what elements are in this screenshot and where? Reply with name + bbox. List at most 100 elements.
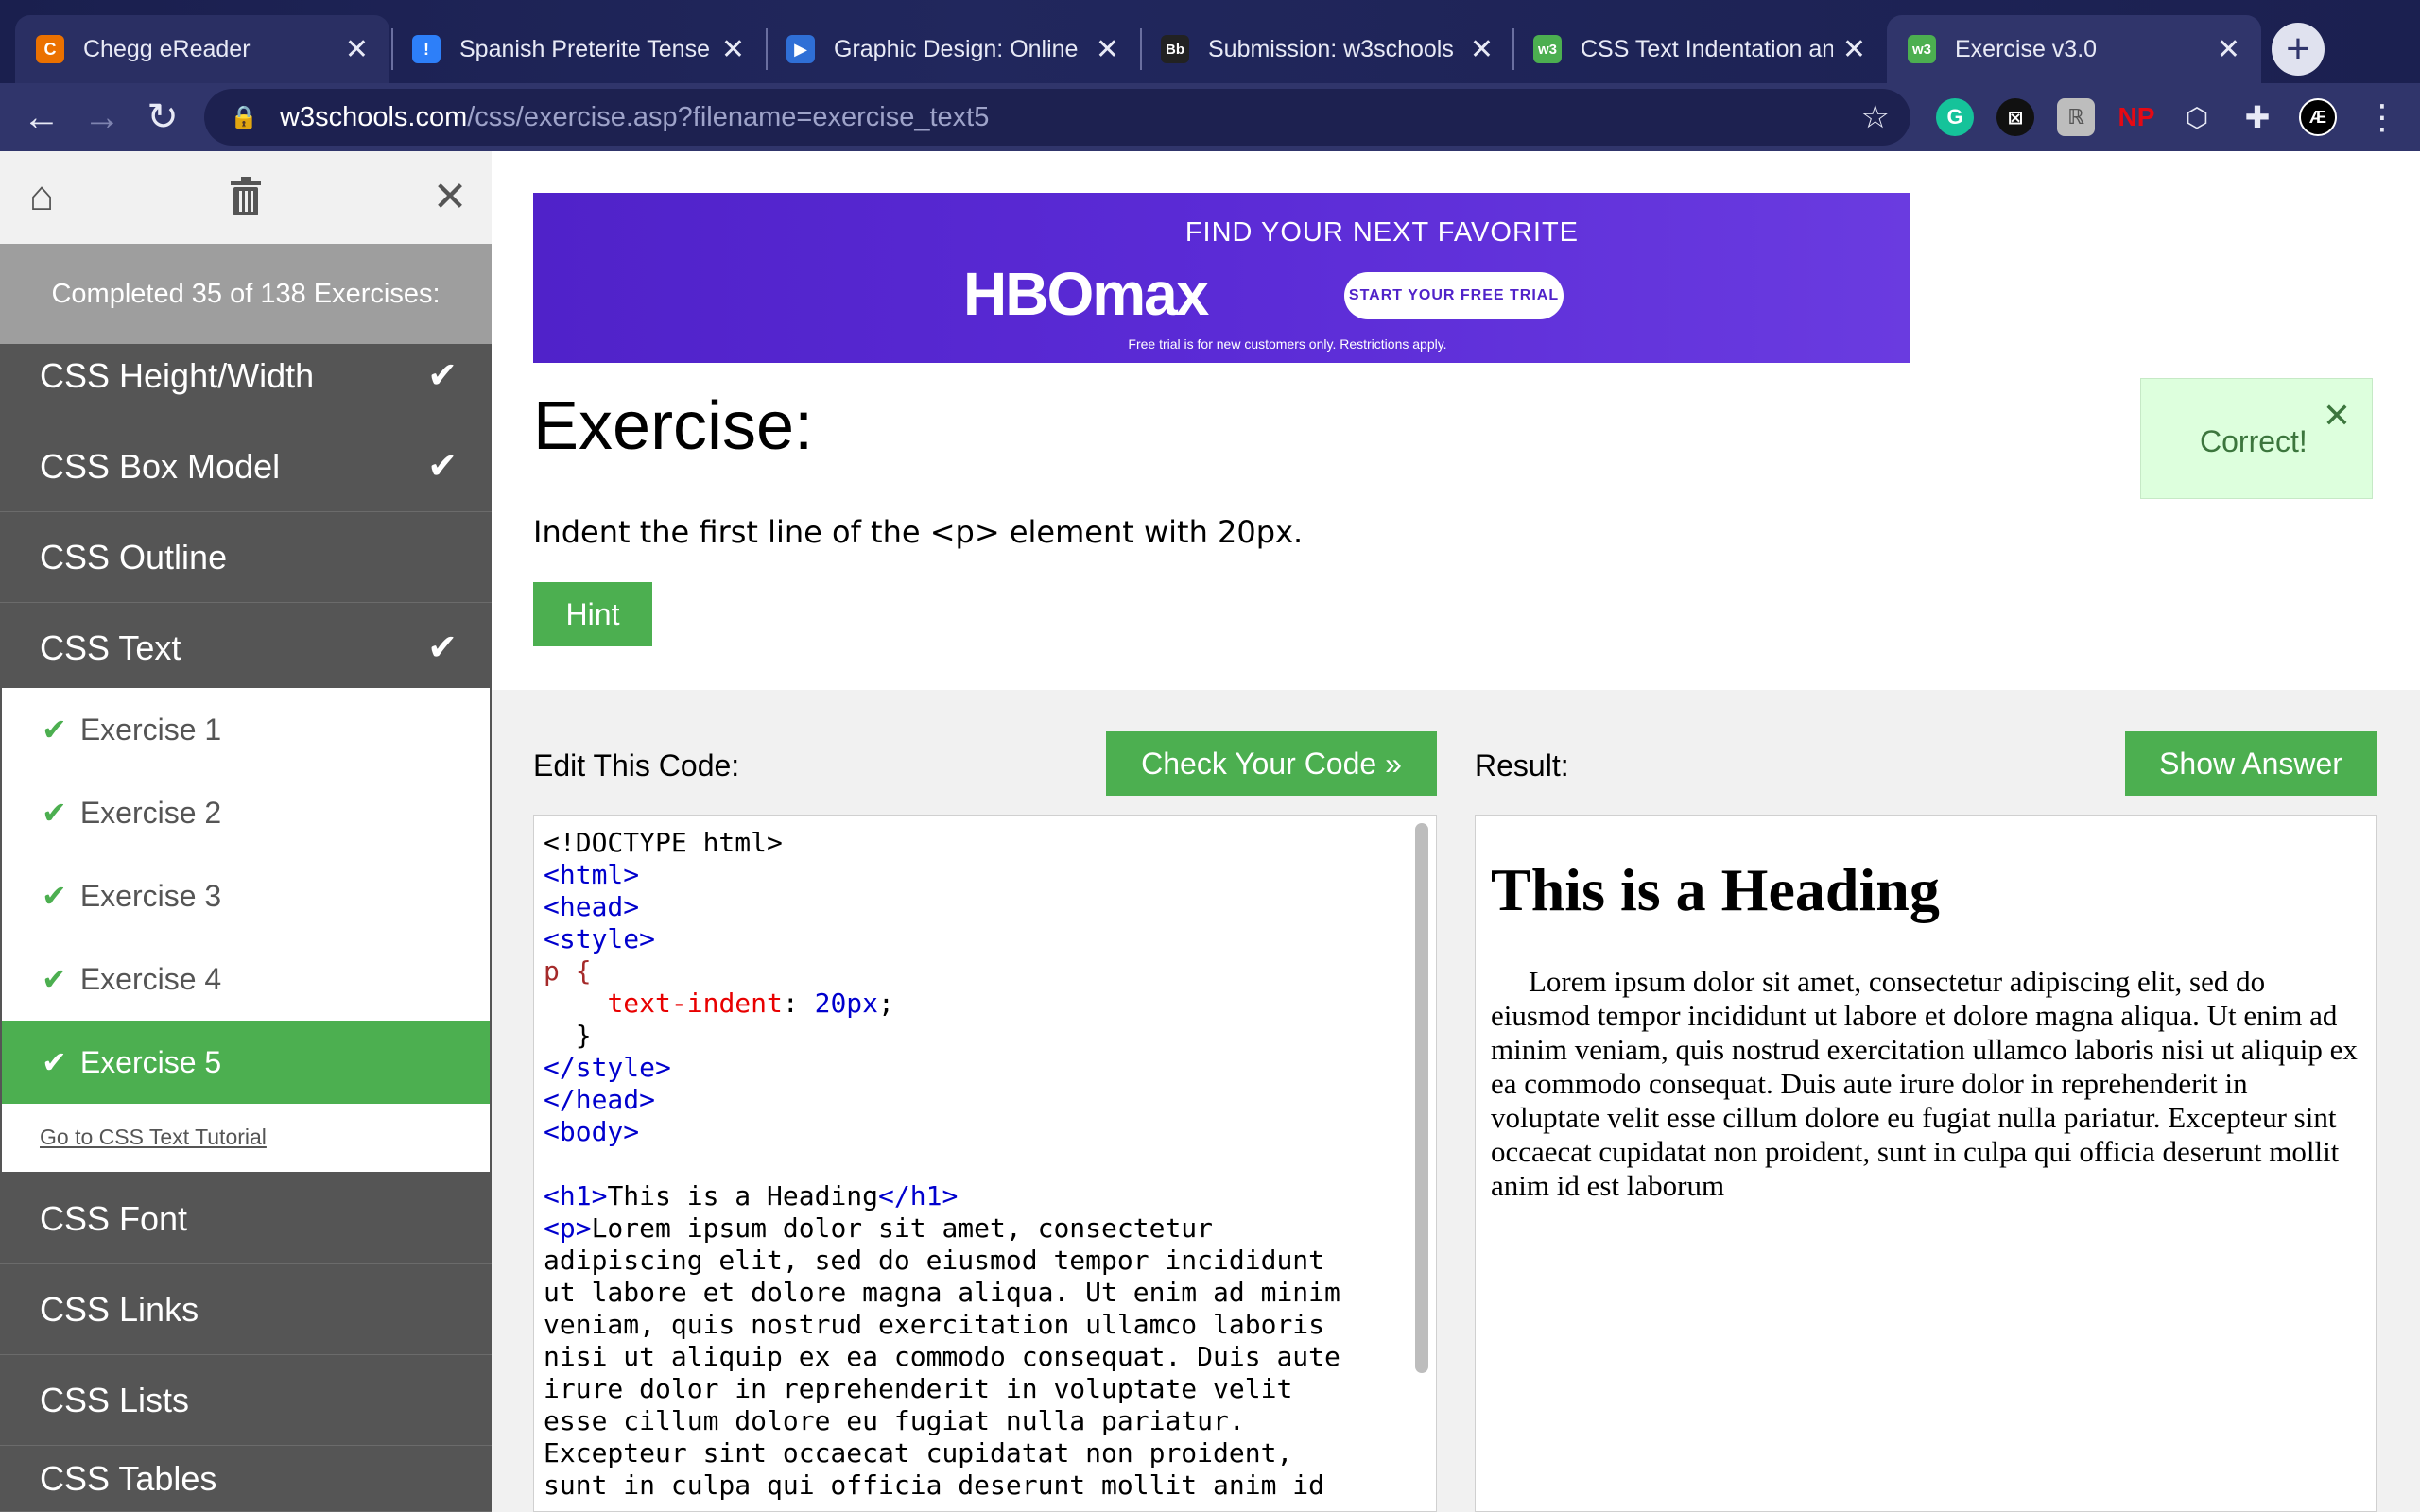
exercise-list: ✔ Exercise 1 ✔ Exercise 2 ✔ Exercise 3 ✔… [0,686,492,1174]
check-icon: ✔ [427,628,458,668]
tab-title: Submission: w3schools [1208,35,1454,62]
browser-tab-active[interactable]: w3 Exercise v3.0 ✕ [1887,15,2261,83]
code-tag: <h1> [544,1180,608,1211]
sidebar-top-bar: ⌂ ✕ [0,151,492,244]
code-line: } [575,1020,592,1051]
puzzle-extensions-icon[interactable]: ✚ [2238,98,2276,136]
chegg-favicon-icon: C [36,35,64,63]
sidebar-item-label: CSS Lists [40,1380,190,1419]
sidebar-item-outline[interactable]: CSS Outline [0,512,492,603]
exercise-item-2[interactable]: ✔ Exercise 2 [2,771,490,854]
close-tab-icon[interactable]: ✕ [345,33,369,66]
kebab-menu-icon[interactable]: ⋮ [2360,94,2405,140]
check-icon: ✔ [427,356,458,396]
sidebar-item-label: CSS Height/Width [40,355,315,395]
home-icon[interactable]: ⌂ [17,172,66,221]
code-tag: <html> [544,859,640,890]
check-icon: ✔ [427,447,458,487]
code-line: <!DOCTYPE html> [544,827,783,858]
close-icon[interactable]: ✕ [425,172,475,221]
sidebar-item-label: CSS Box Model [40,446,281,486]
show-answer-button[interactable]: Show Answer [2125,731,2377,796]
extension-icon[interactable]: ⬡ [2178,98,2216,136]
sidebar-item-font[interactable]: CSS Font [0,1174,492,1264]
trash-icon[interactable] [221,172,270,221]
progress-counter: Completed 35 of 138 Exercises: [0,244,492,344]
browser-tab[interactable]: C Chegg eReader ✕ [15,15,389,83]
tab-title: Spanish Preterite Tense [459,35,710,62]
back-arrow-icon[interactable]: ← [19,94,64,140]
code-text: nisi ut aliquip ex ea commodo consequat.… [544,1341,1340,1372]
code-scrollbar[interactable] [1415,823,1428,1373]
bookmark-star-icon[interactable]: ☆ [1861,98,1890,136]
check-code-button[interactable]: Check Your Code » [1106,731,1437,796]
ad-fine-print: Free trial is for new customers only. Re… [1128,336,1447,352]
browser-tab[interactable]: ! Spanish Preterite Tense ✕ [391,15,766,83]
code-text: adipiscing elit, sed do eiusmod tempor i… [544,1245,1325,1276]
new-tab-button[interactable]: + [2272,23,2325,76]
code-text: Excepteur sint occaecat cupidatat non pr… [544,1437,1293,1469]
exercise-item-label: Exercise 4 [79,961,222,996]
w3schools-favicon-icon: w3 [1908,35,1936,63]
browser-tab[interactable]: Bb Submission: w3schools ✕ [1140,15,1514,83]
sidebar-item-label: CSS Outline [40,537,228,576]
check-icon: ✔ [42,879,67,913]
grammarly-extension-icon[interactable]: G [1936,98,1974,136]
sidebar-item-text[interactable]: CSS Text ✔ [0,603,492,694]
code-text: ut labore et dolore magna aliqua. Ut eni… [544,1277,1340,1308]
code-text: This is a Heading [607,1180,879,1211]
tab-title: CSS Text Indentation an [1581,35,1833,62]
sidebar-item-lists[interactable]: CSS Lists [0,1355,492,1446]
hint-button[interactable]: Hint [533,582,652,646]
code-selector: p { [544,955,592,987]
code-text: sunt in culpa qui officia deserunt molli… [544,1469,1325,1501]
browser-toolbar: ← → ↻ 🔒 w3schools.com/css/exercise.asp?f… [0,83,2420,151]
code-property: text-indent [607,988,783,1019]
code-tag: <style> [544,923,656,954]
sidebar-item-tables[interactable]: CSS Tables [0,1446,492,1512]
browser-tab[interactable]: ▶ Graphic Design: Online ✕ [766,15,1140,83]
close-tab-icon[interactable]: ✕ [1470,33,1494,66]
code-tag: </h1> [878,1180,959,1211]
check-icon: ✔ [42,713,67,747]
ad-cta-button[interactable]: START YOUR FREE TRIAL [1344,272,1564,319]
browser-tab[interactable]: w3 CSS Text Indentation an ✕ [1512,15,1887,83]
exercise-item-1[interactable]: ✔ Exercise 1 [2,688,490,771]
close-icon[interactable]: ✕ [2323,396,2351,436]
exercise-item-4[interactable]: ✔ Exercise 4 [2,937,490,1021]
w3schools-favicon-icon: w3 [1533,35,1562,63]
tutorial-link[interactable]: Go to CSS Text Tutorial [40,1125,267,1150]
url-path: /css/exercise.asp?filename=exercise_text… [467,101,990,132]
extension-icon[interactable]: ℝ [2057,98,2095,136]
code-text: esse cillum dolore eu fugiat nulla paria… [544,1405,1245,1436]
address-bar[interactable]: 🔒 w3schools.com/css/exercise.asp?filenam… [204,89,1910,146]
code-tag: <p> [544,1212,592,1244]
blackboard-favicon-icon: Bb [1161,35,1189,63]
exercise-item-3[interactable]: ✔ Exercise 3 [2,854,490,937]
check-icon: ✔ [42,962,67,996]
check-icon: ✔ [42,796,67,830]
forward-arrow-icon[interactable]: → [79,94,125,140]
close-tab-icon[interactable]: ✕ [721,33,745,66]
code-editor[interactable]: <!DOCTYPE html> <html> <head> <style> p … [533,815,1437,1512]
code-content[interactable]: <!DOCTYPE html> <html> <head> <style> p … [544,827,1340,1502]
netflix-party-extension-icon[interactable]: NP [2118,98,2155,136]
extension-icon[interactable]: ⊠ [1996,98,2034,136]
code-tag: </head> [544,1084,656,1115]
close-tab-icon[interactable]: ✕ [1096,33,1119,66]
quizlet-favicon-icon: ! [412,35,441,63]
sidebar-item-links[interactable]: CSS Links [0,1264,492,1355]
reload-icon[interactable]: ↻ [140,94,185,140]
profile-avatar[interactable]: Æ [2299,98,2337,136]
code-value: 20px [814,988,879,1019]
exercise-item-5-active[interactable]: ✔ Exercise 5 [2,1021,490,1104]
sidebar-item-label: CSS Links [40,1289,199,1329]
result-heading: This is a Heading [1491,856,1940,923]
sidebar-item-box-model[interactable]: CSS Box Model ✔ [0,421,492,512]
sidebar-item-height-width[interactable]: CSS Height/Width ✔ [0,331,492,421]
exercise-sidebar: ⌂ ✕ Completed 35 of 138 Exercises: CSS H… [0,151,492,1512]
close-tab-icon[interactable]: ✕ [1842,33,1866,66]
close-tab-icon[interactable]: ✕ [2217,33,2240,66]
hbo-max-ad-banner[interactable]: FIND YOUR NEXT FAVORITE HBOmax START YOU… [533,193,1910,363]
tab-title: Chegg eReader [83,35,251,62]
